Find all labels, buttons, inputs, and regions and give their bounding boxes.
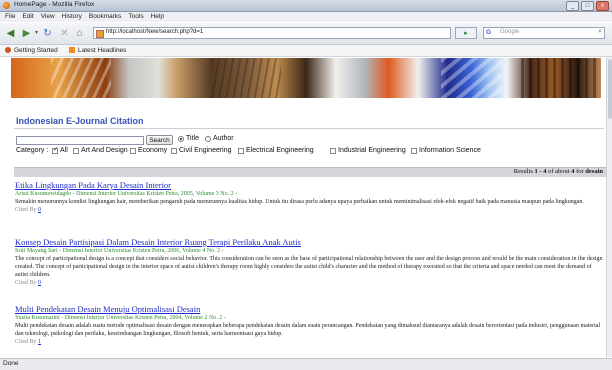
menu-bookmarks[interactable]: Bookmarks: [89, 12, 122, 22]
site-title: Indonesian E-Journal Citation: [16, 116, 144, 126]
home-icon[interactable]: ⌂: [73, 27, 86, 40]
reload-icon[interactable]: ↻: [41, 27, 54, 40]
google-icon[interactable]: G: [486, 29, 491, 36]
result-cited-by: Cited By 0: [15, 280, 42, 286]
result-meta: Sriti Mayang Sari - Dimensi Interior Uni…: [15, 248, 224, 254]
results-summary-bar: Results 1 - 4 of about 4 for desain: [14, 167, 606, 177]
window-title: HomePage - Mozilla Firefox: [14, 1, 95, 8]
radio-title[interactable]: [178, 136, 184, 142]
bookmark-getting-started[interactable]: Getting Started: [5, 46, 58, 55]
results-summary: Results 1 - 4 of about 4 for desain: [513, 168, 603, 175]
menu-file[interactable]: File: [5, 12, 15, 22]
status-text: Done: [3, 360, 19, 367]
checkbox-art-and-design[interactable]: [73, 148, 79, 154]
forward-arrow-icon[interactable]: ▶: [20, 27, 33, 40]
stop-icon[interactable]: ✕: [58, 27, 71, 40]
radio-author-label: Author: [213, 135, 234, 142]
menu-help[interactable]: Help: [151, 12, 164, 22]
close-button[interactable]: x: [596, 1, 609, 11]
header-banner-image: [11, 58, 601, 98]
result-title-link[interactable]: Multi Pendekatan Desain Menuju Optimalis…: [15, 304, 605, 314]
magnifier-icon[interactable]: ⌕: [598, 28, 602, 36]
result-title-link[interactable]: Etika Lingkungan Pada Karya Desain Inter…: [15, 180, 605, 190]
vertical-scrollbar[interactable]: [606, 57, 612, 357]
address-bar[interactable]: http://localhost/New/search.php?d=1: [93, 27, 451, 39]
result-abstract: Semakin menurunnya kondisi lingkungan ha…: [15, 199, 584, 205]
bookmarks-toolbar: Getting Started Latest Headlines: [0, 45, 612, 57]
result-item: Etika Lingkungan Pada Karya Desain Inter…: [15, 180, 605, 214]
checkbox-industrial-engineering[interactable]: [330, 148, 336, 154]
query-input[interactable]: [16, 136, 144, 145]
result-cited-by: Cited By 1: [15, 339, 42, 345]
menu-bar: File Edit View History Bookmarks Tools H…: [0, 12, 612, 22]
result-item: Multi Pendekatan Desain Menuju Optimalis…: [15, 304, 605, 346]
cited-count-link[interactable]: 0: [38, 280, 41, 286]
maximize-button[interactable]: □: [581, 1, 594, 11]
firefox-icon: [3, 2, 10, 9]
web-search-input[interactable]: G Google ⌕: [483, 27, 605, 39]
result-abstract: Multi pendekatan desain adalah suatu met…: [15, 323, 601, 337]
category-label: Category :: [16, 147, 49, 154]
result-item: Konsep Desain Partisipasi Dalam Desain I…: [15, 237, 605, 287]
cited-count-link[interactable]: 1: [38, 339, 41, 345]
window-controls: _ □ x: [566, 1, 609, 11]
page-favicon-icon: [96, 30, 104, 38]
radio-title-label: Title: [186, 135, 199, 142]
checkbox-all[interactable]: [52, 146, 58, 154]
menu-edit[interactable]: Edit: [22, 12, 33, 22]
result-abstract: The concept of participational design is…: [15, 256, 603, 278]
history-dropdown-icon[interactable]: ▾: [33, 27, 40, 40]
navigation-toolbar: ◀ ▶ ▾ ↻ ✕ ⌂ http://localhost/New/search.…: [0, 23, 612, 45]
bookmark-label: Getting Started: [14, 47, 58, 54]
minimize-button[interactable]: _: [566, 1, 579, 11]
checkbox-all-label: All: [60, 147, 68, 154]
checkbox-industrial-engineering-label: Industrial Engineering: [338, 147, 406, 154]
checkbox-civil-engineering-label: Civil Engineering: [179, 147, 232, 154]
checkbox-electrical-engineering[interactable]: [238, 148, 244, 154]
checkbox-information-science-label: Information Science: [419, 147, 481, 154]
back-arrow-icon[interactable]: ◀: [4, 27, 17, 40]
status-bar: Done: [0, 358, 612, 370]
result-cited-by: Cited By 0: [15, 207, 42, 213]
checkbox-economy-label: Economy: [138, 147, 168, 154]
menu-view[interactable]: View: [41, 12, 55, 22]
firefox-bookmark-icon: [5, 47, 11, 53]
result-title-link[interactable]: Konsep Desain Partisipasi Dalam Desain I…: [15, 237, 605, 247]
checkbox-economy[interactable]: [130, 148, 136, 154]
checkbox-information-science[interactable]: [411, 148, 417, 154]
bookmark-latest-headlines[interactable]: Latest Headlines: [69, 46, 126, 55]
scrollbar-thumb[interactable]: [608, 59, 612, 119]
web-search-placeholder: Google: [500, 29, 520, 35]
menu-history[interactable]: History: [62, 12, 82, 22]
checkbox-electrical-engineering-label: Electrical Engineering: [246, 147, 314, 154]
cited-count-link[interactable]: 0: [38, 207, 41, 213]
result-meta: Yusita Kusumarini - Dimensi Interior Uni…: [15, 315, 226, 321]
divider: [14, 128, 604, 129]
category-filter: Category : All Art And Design Economy Ci…: [16, 146, 606, 156]
menu-tools[interactable]: Tools: [128, 12, 143, 22]
go-button[interactable]: ▸: [455, 27, 477, 39]
result-meta: Aristi Kusumowidagdo - Dimensi Interior …: [15, 191, 238, 197]
rss-feed-icon: [69, 47, 75, 53]
radio-author[interactable]: [205, 136, 211, 142]
search-button[interactable]: Search: [146, 135, 173, 145]
checkbox-civil-engineering[interactable]: [171, 148, 177, 154]
window-titlebar: HomePage - Mozilla Firefox _ □ x: [0, 0, 612, 12]
checkbox-art-and-design-label: Art And Design: [81, 147, 128, 154]
bookmark-label: Latest Headlines: [78, 47, 127, 54]
address-url: http://localhost/New/search.php?d=1: [106, 29, 204, 35]
